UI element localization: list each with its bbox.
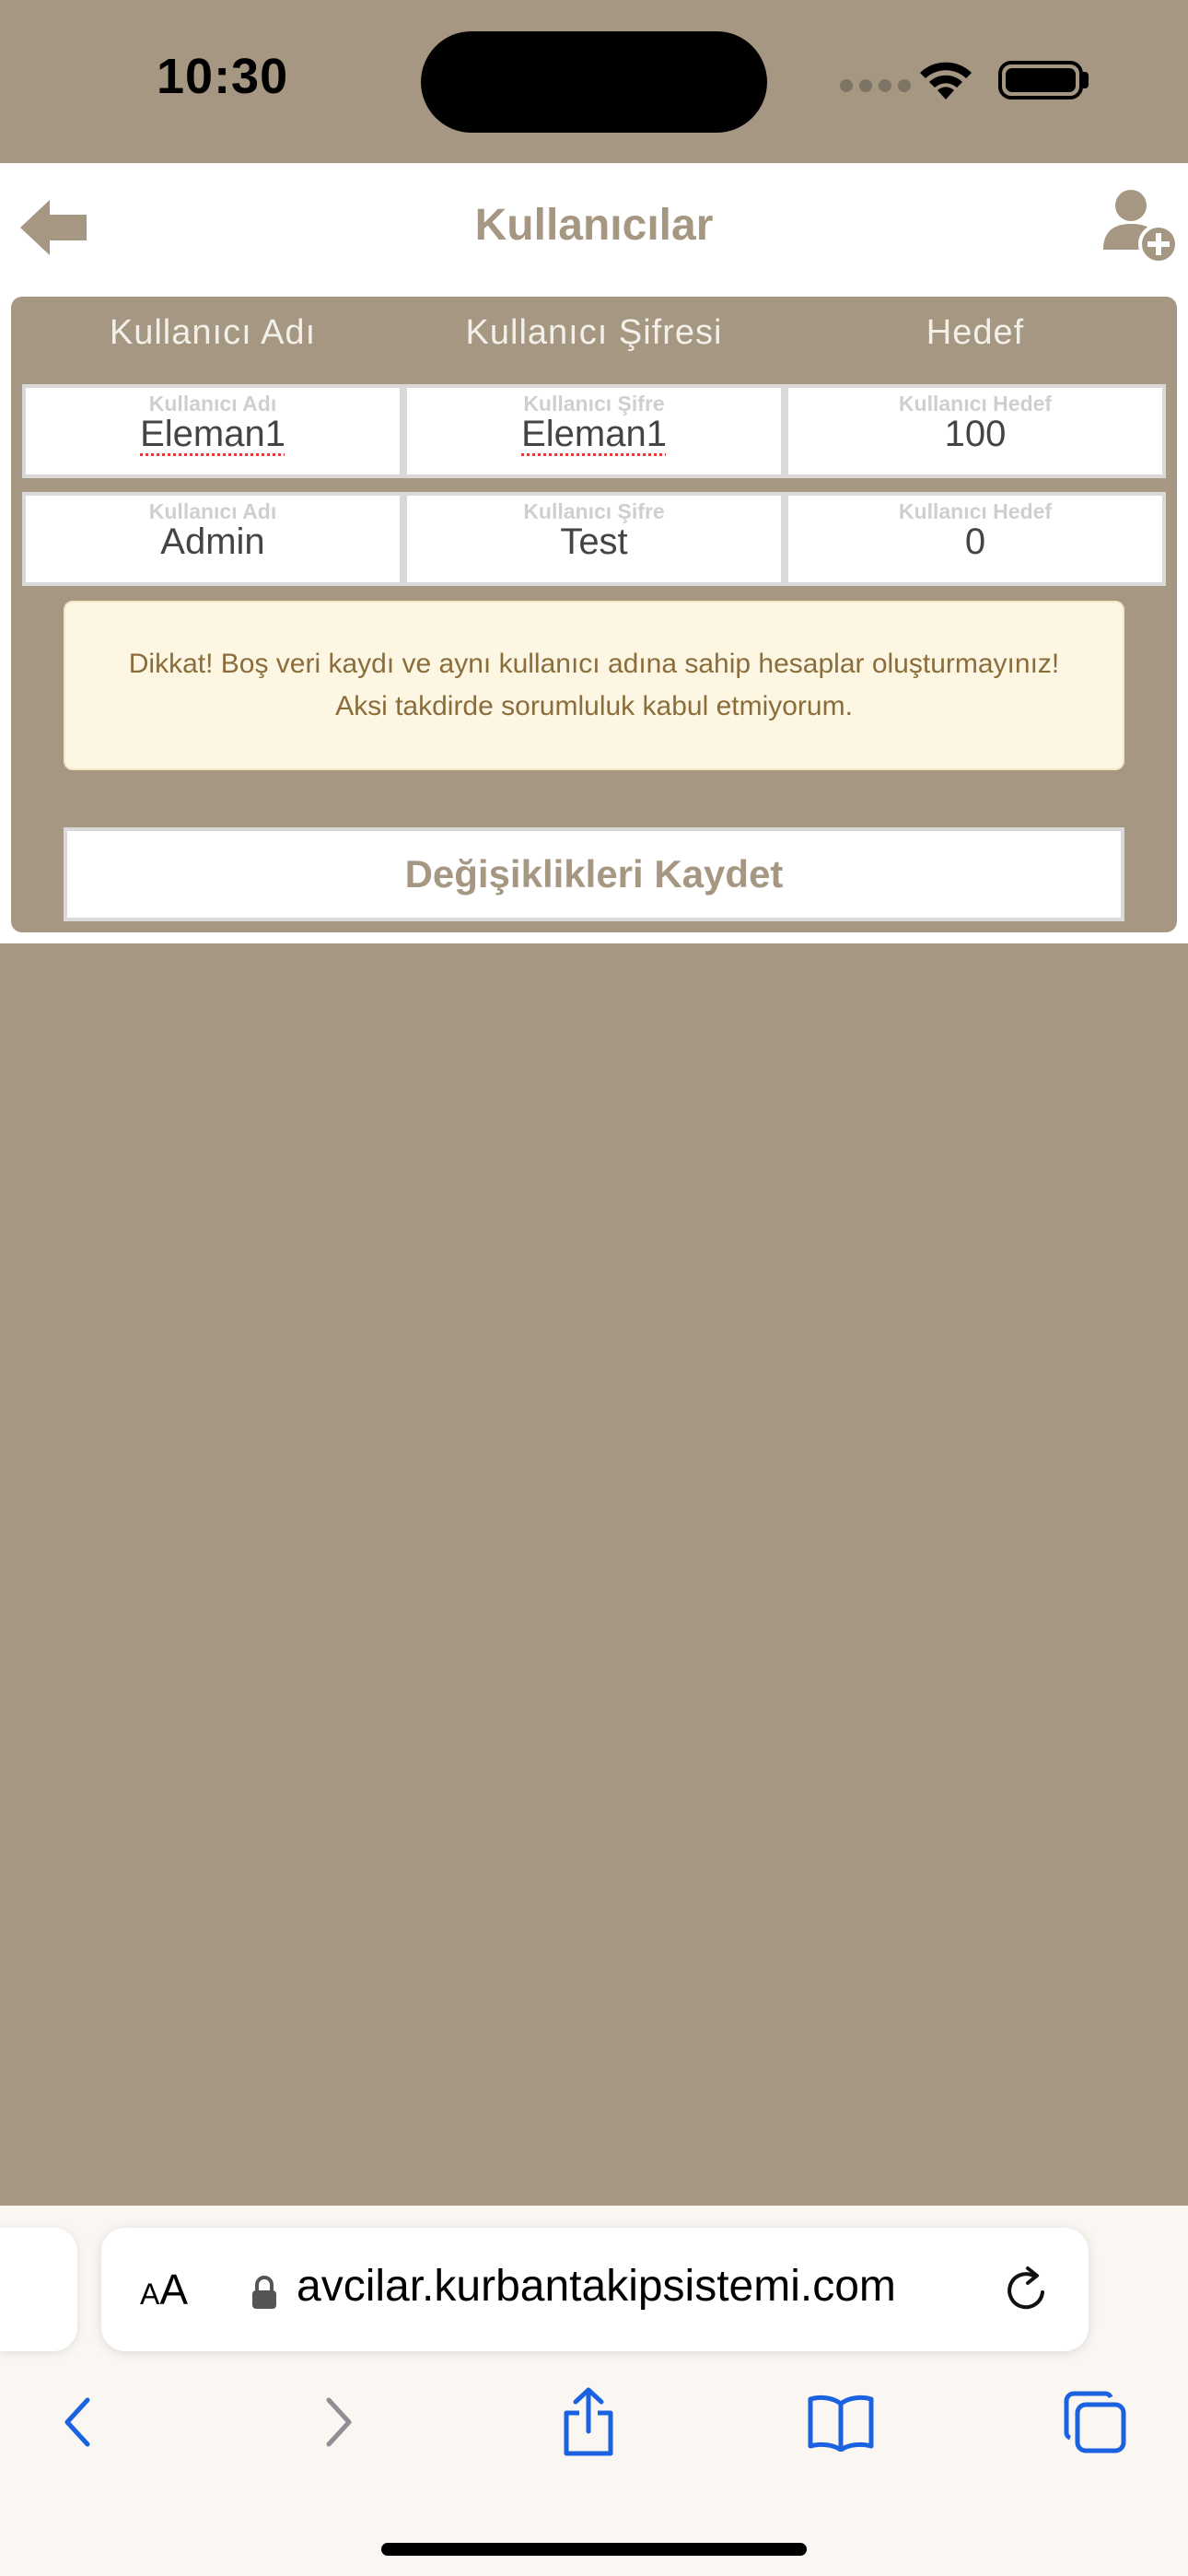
status-bar: 10:30 <box>0 0 1188 163</box>
password-field-label: Kullanıcı Şifre <box>523 392 665 416</box>
username-field-value: Admin <box>160 521 265 562</box>
add-user-icon <box>1103 190 1179 264</box>
tabs-button[interactable] <box>1054 2381 1136 2464</box>
address-bar[interactable]: AA avcilar.kurbantakipsistemi.com <box>101 2228 1089 2351</box>
dynamic-island <box>421 31 767 133</box>
reload-icon[interactable] <box>1002 2265 1052 2314</box>
target-field[interactable]: Kullanıcı Hedef 100 <box>785 384 1166 478</box>
table-row: Kullanıcı Adı Eleman1 Kullanıcı Şifre El… <box>22 384 1166 478</box>
password-field[interactable]: Kullanıcı Şifre Test <box>403 492 785 586</box>
username-field-label: Kullanıcı Adı <box>148 499 277 523</box>
add-user-button[interactable] <box>1098 183 1181 266</box>
users-panel: Kullanıcı Adı Kullanıcı Şifresi Hedef Ku… <box>11 297 1177 932</box>
target-field[interactable]: Kullanıcı Hedef 0 <box>785 492 1166 586</box>
book-icon <box>808 2395 874 2452</box>
cellular-signal-icon <box>840 79 911 92</box>
column-header-target: Hedef <box>926 313 1025 352</box>
username-field[interactable]: Kullanıcı Adı Admin <box>22 492 403 586</box>
battery-cap <box>1083 72 1089 88</box>
tabs-icon <box>1064 2391 1126 2453</box>
browser-back-button[interactable] <box>37 2381 120 2464</box>
page-title: Kullanıcılar <box>474 201 714 250</box>
target-field-value: 100 <box>944 414 1007 454</box>
lock-icon <box>252 2276 276 2309</box>
password-field-label: Kullanıcı Şifre <box>523 499 665 523</box>
share-button[interactable] <box>547 2381 630 2464</box>
column-header-password: Kullanıcı Şifresi <box>465 313 723 352</box>
share-icon <box>564 2387 613 2456</box>
table-row: Kullanıcı Adı Admin Kullanıcı Şifre Test… <box>22 492 1166 586</box>
target-field-label: Kullanıcı Hedef <box>898 499 1053 523</box>
reader-settings-button[interactable]: AA <box>140 2265 188 2314</box>
bookmarks-button[interactable] <box>799 2381 882 2464</box>
battery-icon <box>998 61 1083 100</box>
url-text: avcilar.kurbantakipsistemi.com <box>297 2262 896 2311</box>
wifi-icon <box>920 62 972 100</box>
target-field-value: 0 <box>964 521 986 562</box>
username-field[interactable]: Kullanıcı Adı Eleman1 <box>22 384 403 478</box>
password-field-value: Test <box>560 521 628 562</box>
password-field-value: Eleman1 <box>521 414 667 454</box>
users-panel-wrapper: Kullanıcı Adı Kullanıcı Şifresi Hedef Ku… <box>0 297 1188 943</box>
table-header: Kullanıcı Adı Kullanıcı Şifresi Hedef <box>22 313 1166 353</box>
column-header-username: Kullanıcı Adı <box>109 313 317 352</box>
warning-alert-line2: Aksi takdirde sorumluluk kabul etmiyorum… <box>335 691 853 721</box>
previous-tab-peek[interactable] <box>0 2228 77 2351</box>
app-header: Kullanıcılar <box>0 163 1188 297</box>
chevron-left-icon <box>64 2397 90 2447</box>
target-field-label: Kullanıcı Hedef <box>898 392 1053 416</box>
username-field-value: Eleman1 <box>140 414 285 454</box>
save-changes-button[interactable]: Değişiklikleri Kaydet <box>64 827 1124 921</box>
status-time: 10:30 <box>157 49 289 104</box>
browser-bottom-bar: AA avcilar.kurbantakipsistemi.com <box>0 2206 1188 2576</box>
warning-alert-line1: Dikkat! Boş veri kaydı ve aynı kullanıcı… <box>128 649 1060 679</box>
chevron-right-icon <box>326 2397 352 2447</box>
password-field[interactable]: Kullanıcı Şifre Eleman1 <box>403 384 785 478</box>
browser-forward-button[interactable] <box>297 2381 379 2464</box>
browser-toolbar <box>0 2381 1188 2464</box>
home-indicator <box>381 2543 807 2556</box>
username-field-label: Kullanıcı Adı <box>148 392 277 416</box>
warning-alert: Dikkat! Boş veri kaydı ve aynı kullanıcı… <box>64 601 1124 770</box>
